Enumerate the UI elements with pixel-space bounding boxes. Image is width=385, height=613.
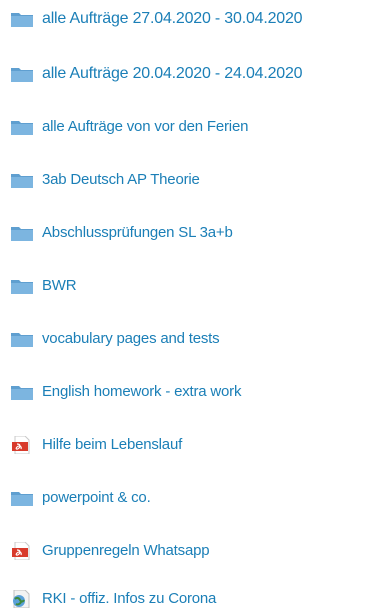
folder-icon [11, 227, 33, 241]
list-item-url[interactable]: RKI - offiz. Infos zu Corona [0, 585, 280, 613]
folder-label: BWR [42, 277, 77, 294]
folder-icon [11, 386, 33, 400]
list-item-folder[interactable]: alle Aufträge 20.04.2020 - 24.04.2020 [0, 60, 380, 88]
pdf-file-icon [12, 436, 30, 454]
folder-icon [11, 13, 33, 27]
pdf-label: Hilfe beim Lebenslauf [42, 436, 183, 453]
list-item-folder[interactable]: 3ab Deutsch AP Theorie [0, 166, 260, 194]
list-item-pdf[interactable]: Hilfe beim Lebenslauf [0, 431, 250, 459]
list-item-folder[interactable]: alle Aufträge von vor den Ferien [0, 113, 300, 141]
folder-label: 3ab Deutsch AP Theorie [42, 171, 200, 188]
folder-label: alle Aufträge von vor den Ferien [42, 118, 249, 135]
folder-icon [11, 492, 33, 506]
folder-icon [11, 121, 33, 135]
folder-label: English homework - extra work [42, 383, 242, 400]
folder-icon [11, 68, 33, 82]
list-item-folder[interactable]: vocabulary pages and tests [0, 325, 290, 353]
folder-icon [11, 280, 33, 294]
list-item-folder[interactable]: powerpoint & co. [0, 484, 210, 512]
folder-label: alle Aufträge 27.04.2020 - 30.04.2020 [42, 10, 303, 27]
list-item-folder[interactable]: English homework - extra work [0, 378, 320, 406]
url-label: RKI - offiz. Infos zu Corona [42, 590, 217, 607]
folder-label: powerpoint & co. [42, 489, 151, 506]
folder-label: Abschlussprüfungen SL 3a+b [42, 224, 233, 241]
list-item-folder[interactable]: alle Aufträge 27.04.2020 - 30.04.2020 [0, 5, 380, 33]
list-item-pdf[interactable]: Gruppenregeln Whatsapp [0, 537, 260, 565]
pdf-label: Gruppenregeln Whatsapp [42, 542, 210, 559]
folder-icon [11, 174, 33, 188]
web-link-icon [13, 590, 30, 608]
pdf-file-icon [12, 542, 30, 560]
list-item-folder[interactable]: Abschlussprüfungen SL 3a+b [0, 219, 290, 247]
folder-label: vocabulary pages and tests [42, 330, 220, 347]
folder-label: alle Aufträge 20.04.2020 - 24.04.2020 [42, 65, 303, 82]
list-item-folder[interactable]: BWR [0, 272, 120, 300]
folder-icon [11, 333, 33, 347]
